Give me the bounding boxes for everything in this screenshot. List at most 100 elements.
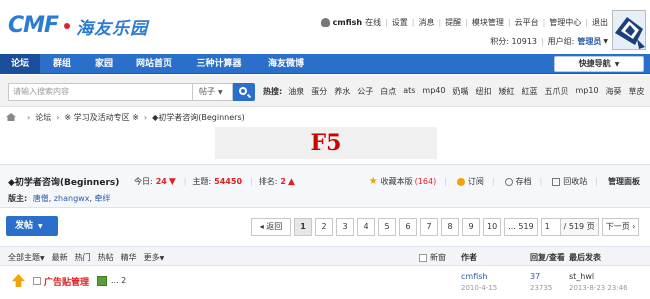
nav-item-site-home[interactable]: 网站首页 — [126, 54, 182, 74]
thread-title-link[interactable]: 广告贴管理 — [44, 275, 89, 288]
nav-item-weibo[interactable]: 海友微博 — [256, 54, 316, 74]
last-page-link[interactable]: ... 519 — [504, 218, 538, 236]
breadcrumb-section[interactable]: ※ 学习及活动专区 ※ — [64, 112, 139, 123]
hot-keyword[interactable]: 紅蓝 — [521, 86, 537, 97]
logo-dot — [64, 23, 71, 29]
moderator-link[interactable]: 唐僧 — [33, 194, 49, 203]
breadcrumb-forum[interactable]: 论坛 — [35, 112, 51, 123]
points-link[interactable]: 积分: 10913 — [490, 36, 537, 47]
author-column-header: 作者 — [461, 253, 477, 262]
hot-keyword[interactable]: 公子 — [357, 86, 373, 97]
hot-keyword[interactable]: 草皮 — [629, 86, 645, 97]
breadcrumb-board[interactable]: ◆初学者咨询(Beginners) — [152, 112, 245, 123]
favorite-button[interactable]: ★ 收藏本版 (164) — [369, 176, 436, 187]
cloud-link[interactable]: 云平台 — [515, 17, 539, 28]
admin-panel-button[interactable]: 管理面板 — [608, 176, 640, 187]
filter-more[interactable]: 更多▼ — [144, 252, 165, 263]
filter-latest[interactable]: 最新 — [52, 252, 68, 263]
filter-digest[interactable]: 精华 — [121, 252, 137, 263]
forum-stats: 今日: 24 ▼ | 主题: 54450 | 排名: 2 ▲ — [134, 176, 295, 187]
replies-column-header[interactable]: 回复/查看 — [530, 252, 565, 263]
new-window-checkbox[interactable] — [419, 253, 427, 262]
search-type-label: 帖子 — [199, 87, 215, 96]
thread-checkbox[interactable] — [33, 277, 41, 285]
logout-link[interactable]: 退出 — [592, 17, 608, 28]
filter-more-label: 更多 — [143, 253, 160, 262]
thread-pages-link[interactable]: ... 2 — [111, 276, 126, 285]
filter-all[interactable]: 全部主题▼ — [8, 252, 45, 263]
archive-icon — [504, 177, 513, 186]
nav-item-calculators[interactable]: 三种计算器 — [186, 54, 252, 74]
admin-center-link[interactable]: 管理中心 — [549, 17, 581, 28]
forum-info: ◆初学者咨询(Beginners) 今日: 24 ▼ | 主题: 54450 |… — [0, 164, 650, 208]
today-value: 24 — [155, 177, 167, 186]
pager-row: 发帖 ▼ ◂ 返回 1 2 3 4 5 6 7 8 9 10 ... 519 1 … — [0, 214, 650, 240]
new-window-toggle[interactable]: 新窗 — [419, 252, 446, 263]
group-value-link[interactable]: 管理员 — [577, 36, 601, 47]
filter-hot-posts[interactable]: 热帖 — [98, 252, 114, 263]
page-jump-input[interactable]: 1 — [540, 218, 561, 236]
page-link[interactable]: 5 — [378, 218, 396, 236]
banner-text: F5 — [310, 130, 342, 156]
favorite-count: (164) — [414, 177, 437, 186]
search-type-select[interactable]: 帖子 ▼ — [193, 83, 233, 101]
hot-keyword[interactable]: 海葵 — [606, 86, 622, 97]
hot-keyword[interactable]: 纽扣 — [475, 86, 491, 97]
search-button[interactable] — [233, 83, 255, 101]
home-icon[interactable] — [6, 113, 16, 121]
page-link[interactable]: 10 — [483, 218, 502, 236]
pinned-icon — [12, 274, 25, 287]
hot-keyword[interactable]: 白点 — [380, 86, 396, 97]
nav-item-home[interactable]: 家园 — [84, 54, 124, 74]
new-post-button[interactable]: 发帖 ▼ — [6, 216, 58, 236]
subscribe-button[interactable]: 订阅 — [456, 176, 484, 187]
quick-nav-button[interactable]: 快捷导航 ▼ — [554, 56, 644, 72]
recycle-bin-button[interactable]: 回收站 — [552, 176, 587, 187]
back-button[interactable]: ◂ 返回 — [251, 218, 291, 236]
hot-keyword[interactable]: mp10 — [575, 86, 598, 97]
page-link[interactable]: 9 — [462, 218, 480, 236]
archive-button[interactable]: 存档 — [504, 176, 532, 187]
hot-keyword[interactable]: 油泉 — [288, 86, 304, 97]
last-post-column-header[interactable]: 最后发表 — [569, 252, 601, 263]
username-link[interactable]: cmfish — [333, 18, 362, 27]
user-meta: 积分: 10913 | 用户组: 管理员 ▼ — [490, 36, 608, 47]
moderators: 版主: 唐僧, zhangwx, 牵绊 — [8, 194, 111, 203]
thread-reply-count[interactable]: 37 — [530, 272, 540, 281]
messages-link[interactable]: 消息 — [418, 17, 434, 28]
hot-keyword[interactable]: 奶嘴 — [452, 86, 468, 97]
hot-keyword[interactable]: ats — [403, 86, 415, 97]
last-post-user-link[interactable]: st_hwl — [569, 272, 594, 281]
page-link[interactable]: 8 — [441, 218, 459, 236]
next-page-button[interactable]: 下一页 › — [601, 218, 640, 236]
hot-keyword[interactable]: 蛋分 — [311, 86, 327, 97]
avatar[interactable] — [612, 10, 646, 50]
hot-keyword[interactable]: mp40 — [422, 86, 445, 97]
moderator-link[interactable]: zhangwx — [54, 194, 90, 203]
thread-author-link[interactable]: cmfish — [461, 272, 487, 281]
module-admin-link[interactable]: 模块管理 — [472, 17, 504, 28]
nav-item-groups[interactable]: 群组 — [42, 54, 82, 74]
hot-keyword[interactable]: 养水 — [334, 86, 350, 97]
hot-keyword[interactable]: 矮紅 — [498, 86, 514, 97]
filter-hot[interactable]: 热门 — [75, 252, 91, 263]
site-logo[interactable]: CMF 海友乐园 — [8, 14, 148, 39]
moderator-link[interactable]: 牵绊 — [95, 194, 111, 203]
page-jump: 1 / 519 页 — [540, 218, 599, 236]
page-link[interactable]: 7 — [420, 218, 438, 236]
rank-value: 2 — [280, 177, 286, 186]
online-status: 在线 — [365, 18, 382, 27]
alerts-link[interactable]: 提醒 — [445, 17, 461, 28]
last-post-date-link[interactable]: 2013-8-23 23:46 — [569, 284, 628, 292]
page-link[interactable]: 4 — [357, 218, 375, 236]
page-link[interactable]: 2 — [315, 218, 333, 236]
search-input[interactable]: 请输入搜索内容 — [8, 83, 193, 101]
hot-keyword[interactable]: 五爪贝 — [544, 86, 568, 97]
page-link[interactable]: 6 — [399, 218, 417, 236]
chevron-down-icon: ▼ — [603, 38, 608, 45]
settings-link[interactable]: 设置 — [392, 17, 408, 28]
page-link[interactable]: 3 — [336, 218, 354, 236]
nav-item-forum[interactable]: 论坛 — [0, 54, 40, 74]
forum-name: ◆初学者咨询(Beginners) — [8, 178, 120, 188]
page-link-current[interactable]: 1 — [294, 218, 312, 236]
